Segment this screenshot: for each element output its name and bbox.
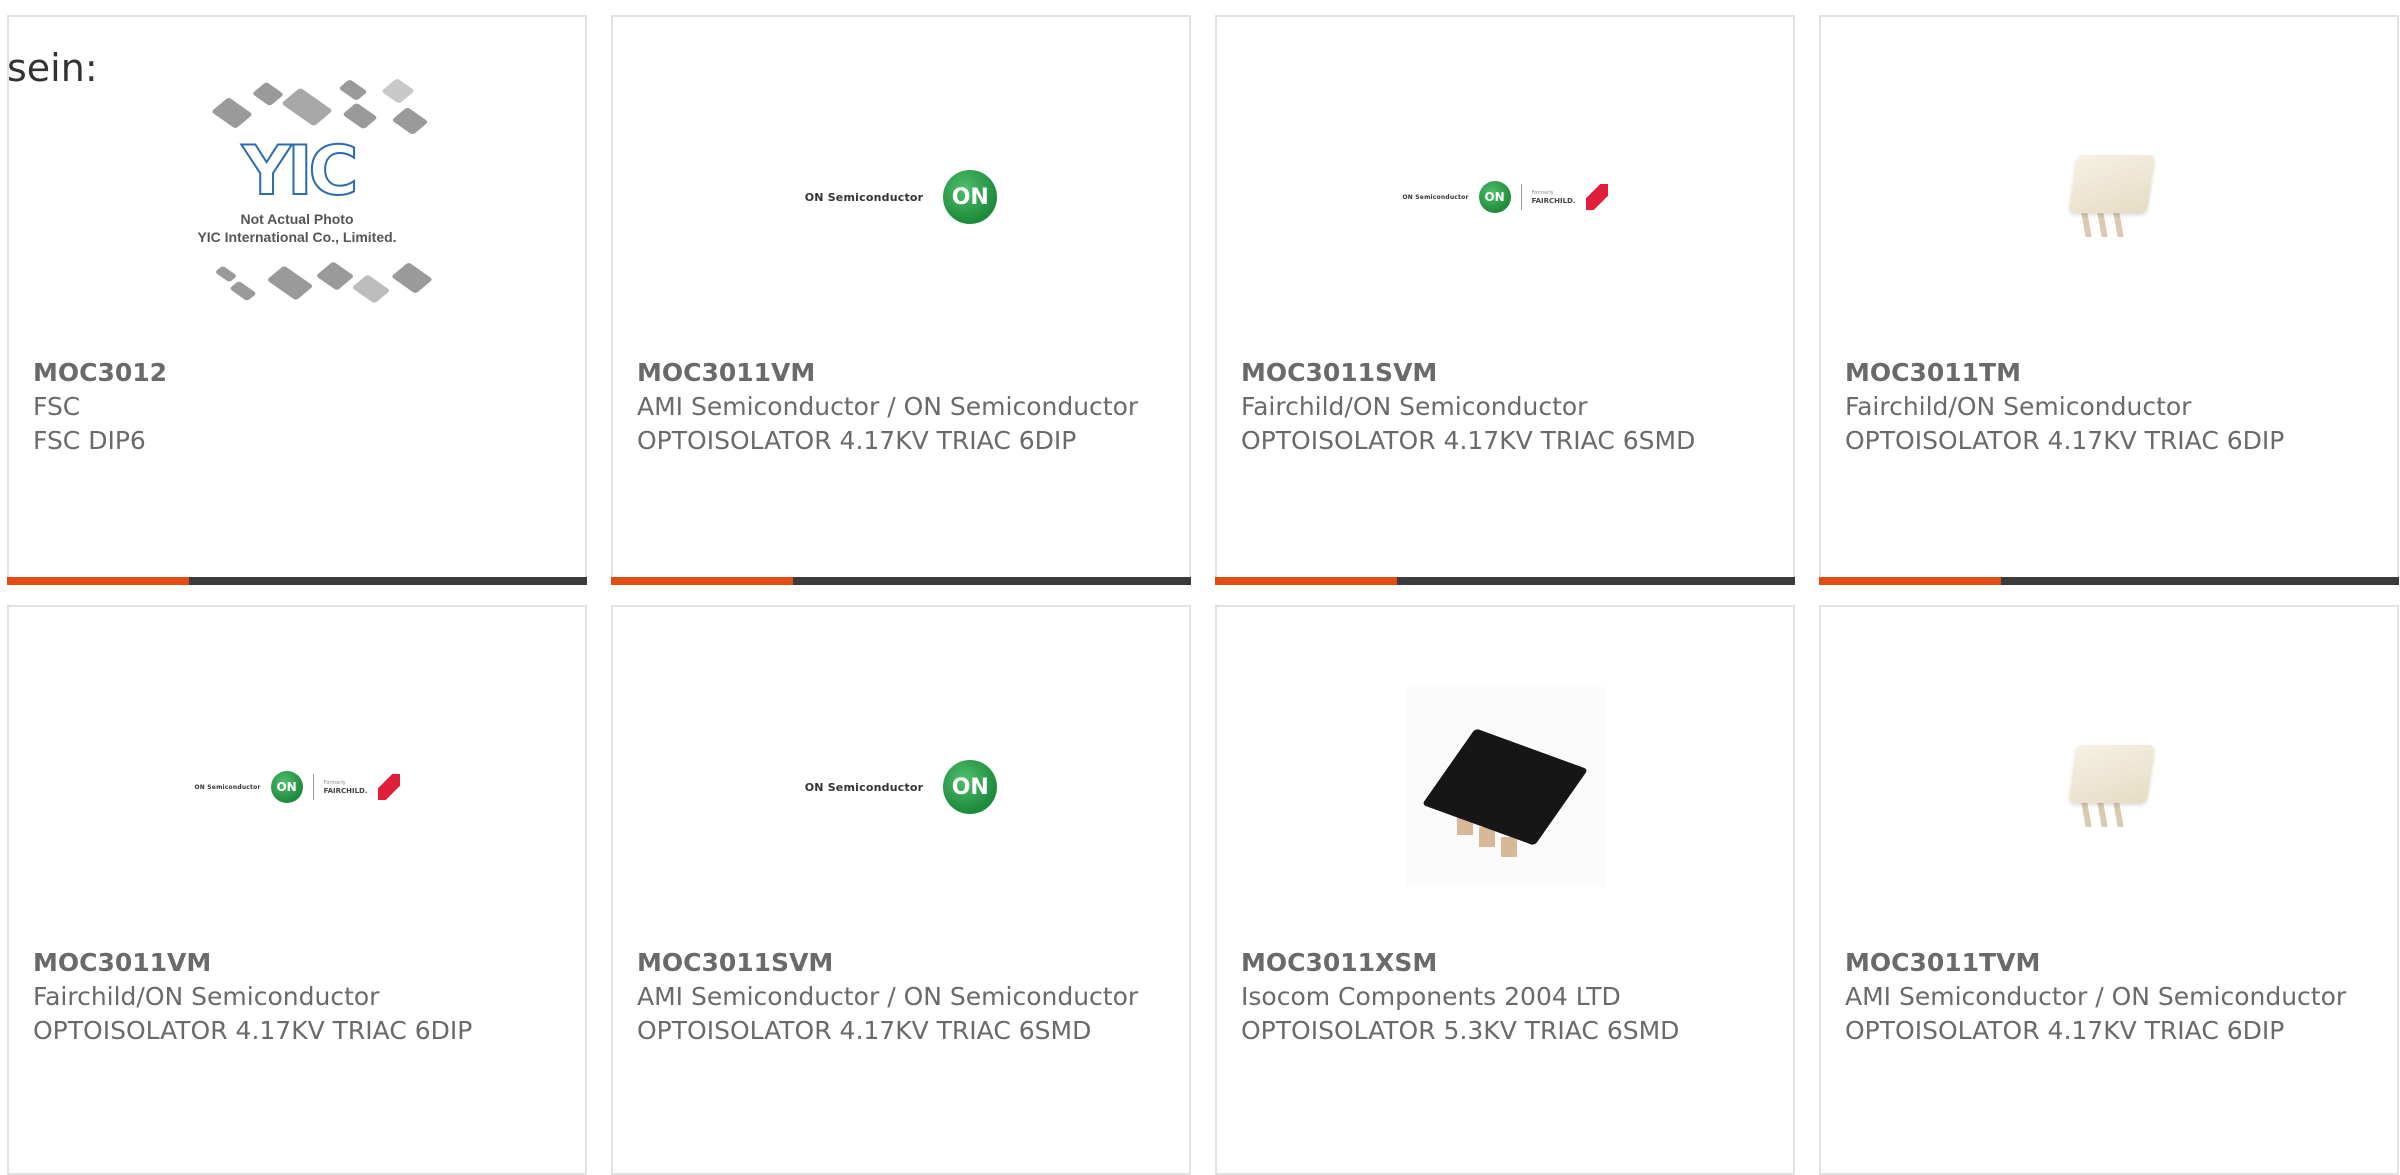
- intro-text: sein:: [7, 46, 98, 90]
- product-grid: YIC Not Actual Photo YIC International C…: [7, 15, 2399, 1175]
- dip-chip-photo: [2049, 727, 2169, 847]
- description: FSC DIP6: [33, 426, 146, 455]
- product-card[interactable]: YIC Not Actual Photo YIC International C…: [7, 15, 587, 585]
- product-image[interactable]: [1821, 647, 2397, 927]
- on-fairchild-logo: ON Semiconductor ON Formerly FAIRCHILD.: [194, 771, 400, 803]
- manufacturer: Fairchild/ON Semiconductor: [1241, 392, 1588, 421]
- on-semiconductor-logo: ON Semiconductor ON: [805, 760, 998, 814]
- part-number[interactable]: MOC3011TVM: [1845, 946, 2377, 980]
- fairchild-slash-icon: [1585, 184, 1608, 210]
- card-footer-bar: [1215, 577, 1795, 585]
- product-card[interactable]: ON Semiconductor ON MOC3011SVM AMI Semic…: [611, 605, 1191, 1175]
- card-footer-bar: [1819, 577, 2399, 585]
- part-number[interactable]: MOC3011TM: [1845, 356, 2377, 390]
- product-image[interactable]: ON Semiconductor ON: [613, 57, 1189, 337]
- on-semiconductor-logo: ON Semiconductor ON: [805, 170, 998, 224]
- product-card[interactable]: MOC3011XSM Isocom Components 2004 LTD OP…: [1215, 605, 1795, 1175]
- description: OPTOISOLATOR 4.17KV TRIAC 6DIP: [1845, 1016, 2285, 1045]
- part-number[interactable]: MOC3012: [33, 356, 565, 390]
- product-card[interactable]: MOC3011TM Fairchild/ON Semiconductor OPT…: [1819, 15, 2399, 585]
- description: OPTOISOLATOR 4.17KV TRIAC 6DIP: [1845, 426, 2285, 455]
- manufacturer: Fairchild/ON Semiconductor: [33, 982, 380, 1011]
- product-image[interactable]: ON Semiconductor ON Formerly FAIRCHILD.: [9, 647, 585, 927]
- dip-chip-photo: [2049, 137, 2169, 257]
- product-card[interactable]: ON Semiconductor ON MOC3011VM AMI Semico…: [611, 15, 1191, 585]
- description: OPTOISOLATOR 4.17KV TRIAC 6DIP: [637, 426, 1077, 455]
- product-image[interactable]: [1821, 57, 2397, 337]
- description: OPTOISOLATOR 4.17KV TRIAC 6SMD: [1241, 426, 1696, 455]
- card-footer-bar: [611, 577, 1191, 585]
- product-image[interactable]: YIC Not Actual Photo YIC International C…: [9, 57, 585, 337]
- on-fairchild-logo: ON Semiconductor ON Formerly FAIRCHILD.: [1402, 181, 1608, 213]
- yic-logo: YIC: [241, 131, 359, 212]
- part-number[interactable]: MOC3011VM: [637, 356, 1169, 390]
- fairchild-slash-icon: [377, 774, 400, 800]
- part-number[interactable]: MOC3011SVM: [637, 946, 1169, 980]
- product-card[interactable]: ON Semiconductor ON Formerly FAIRCHILD. M…: [1215, 15, 1795, 585]
- placeholder-caption: Not Actual Photo YIC International Co., …: [197, 211, 397, 245]
- manufacturer: Fairchild/ON Semiconductor: [1845, 392, 2192, 421]
- manufacturer: FSC: [33, 392, 81, 421]
- part-number[interactable]: MOC3011SVM: [1241, 356, 1773, 390]
- product-card[interactable]: ON Semiconductor ON Formerly FAIRCHILD. M…: [7, 605, 587, 1175]
- manufacturer: AMI Semiconductor / ON Semiconductor: [637, 982, 1139, 1011]
- smd-chip-photo: [1405, 687, 1605, 887]
- card-footer-bar: [7, 577, 587, 585]
- description: OPTOISOLATOR 5.3KV TRIAC 6SMD: [1241, 1016, 1680, 1045]
- not-actual-photo-placeholder: YIC Not Actual Photo YIC International C…: [157, 77, 437, 317]
- description: OPTOISOLATOR 4.17KV TRIAC 6DIP: [33, 1016, 473, 1045]
- part-number[interactable]: MOC3011XSM: [1241, 946, 1773, 980]
- product-image[interactable]: ON Semiconductor ON Formerly FAIRCHILD.: [1217, 57, 1793, 337]
- product-card[interactable]: MOC3011TVM AMI Semiconductor / ON Semico…: [1819, 605, 2399, 1175]
- manufacturer: AMI Semiconductor / ON Semiconductor: [637, 392, 1139, 421]
- description: OPTOISOLATOR 4.17KV TRIAC 6SMD: [637, 1016, 1092, 1045]
- product-image[interactable]: [1217, 647, 1793, 927]
- manufacturer: Isocom Components 2004 LTD: [1241, 982, 1621, 1011]
- product-image[interactable]: ON Semiconductor ON: [613, 647, 1189, 927]
- part-number[interactable]: MOC3011VM: [33, 946, 565, 980]
- manufacturer: AMI Semiconductor / ON Semiconductor: [1845, 982, 2347, 1011]
